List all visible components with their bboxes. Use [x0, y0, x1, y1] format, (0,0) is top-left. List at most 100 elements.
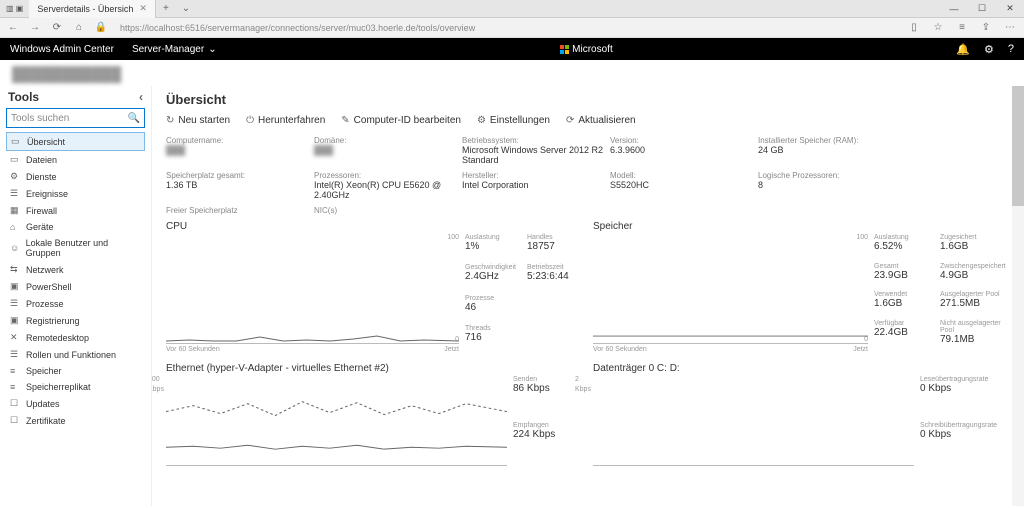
tab-chevron-icon[interactable]: ⌄: [176, 3, 196, 14]
browser-address-bar: ← → ⟳ ⌂ 🔒 https://localhost:6516/serverm…: [0, 18, 1024, 38]
info-field: Installierter Speicher (RAM):24 GB: [758, 136, 906, 165]
info-field: Freier Speicherplatz: [166, 206, 314, 215]
back-button[interactable]: ←: [6, 22, 20, 33]
stat: Senden86 Kbps: [513, 376, 583, 420]
action-icon: ⟳: [566, 115, 574, 126]
url-field[interactable]: https://localhost:6516/servermanager/con…: [116, 23, 898, 33]
help-icon[interactable]: ?: [1008, 43, 1014, 56]
bookmarks-icon[interactable]: ≡: [954, 22, 970, 33]
share-icon[interactable]: ⇪: [978, 22, 994, 33]
cpu-chart: 100 0: [166, 234, 459, 344]
forward-button[interactable]: →: [28, 22, 42, 33]
action-icon: ↻: [166, 115, 174, 126]
cpu-stats: Auslastung1%Handles18757Geschwindigkeit2…: [465, 234, 583, 353]
tools-sidebar: Tools ‹ Tools suchen 🔍 ▭Übersicht▭Dateie…: [0, 86, 152, 506]
sidebar-item-geräte[interactable]: ⌂Geräte: [6, 219, 145, 235]
tool-icon: ≡: [10, 366, 20, 376]
memory-stats: Auslastung6.52%Zugesichert1.6GBGesamt23.…: [874, 234, 1010, 353]
stat: Handles18757: [527, 234, 583, 262]
sidebar-item-ereignisse[interactable]: ☰Ereignisse: [6, 185, 145, 202]
action-aktualisieren[interactable]: ⟳Aktualisieren: [566, 115, 636, 126]
sidebar-item-speicher[interactable]: ≡Speicher: [6, 363, 145, 379]
sidebar-item-prozesse[interactable]: ☰Prozesse: [6, 295, 145, 312]
sidebar-item-remotedesktop[interactable]: ✕Remotedesktop: [6, 329, 145, 346]
action-computer-id-bearbeiten[interactable]: ✎Computer-ID bearbeiten: [341, 115, 461, 126]
sidebar-item-firewall[interactable]: ▦Firewall: [6, 202, 145, 219]
cpu-panel: CPU 100 0 Vor 60 SekundenJetzt Auslastun…: [166, 221, 583, 353]
stat: Zugesichert1.6GB: [940, 234, 1010, 261]
action-herunterfahren[interactable]: ⏻Herunterfahren: [246, 115, 325, 126]
sidebar-item-registrierung[interactable]: ▣Registrierung: [6, 312, 145, 329]
sidebar-item-übersicht[interactable]: ▭Übersicht: [6, 132, 145, 151]
stat: Threads716: [465, 325, 521, 353]
memory-chart: 100 0: [593, 234, 868, 344]
tool-icon: ▦: [10, 205, 20, 216]
info-field: Domäne:███: [314, 136, 462, 165]
sidebar-item-updates[interactable]: ☐Updates: [6, 395, 145, 412]
sidebar-item-speicherreplikat[interactable]: ≡Speicherreplikat: [6, 379, 145, 395]
collapse-sidebar-icon[interactable]: ‹: [139, 90, 143, 104]
server-name: ███████████: [0, 60, 1024, 86]
tab-title: Serverdetails - Übersich: [37, 4, 133, 14]
tool-icon: ⚙: [10, 171, 20, 182]
tool-icon: ≡: [10, 382, 20, 392]
memory-panel: Speicher 100 0 Vor 60 SekundenJetzt Ausl…: [593, 221, 1010, 353]
app-header: Windows Admin Center Server-Manager ⌄ Mi…: [0, 38, 1024, 60]
sidebar-item-powershell[interactable]: ▣PowerShell: [6, 278, 145, 295]
tool-icon: ▭: [11, 136, 21, 147]
sidebar-item-zertifikate[interactable]: ☐Zertifikate: [6, 412, 145, 429]
info-field: [462, 206, 610, 215]
tool-icon: ✕: [10, 332, 20, 343]
sidebar-item-dienste[interactable]: ⚙Dienste: [6, 168, 145, 185]
info-field: Prozessoren:Intel(R) Xeon(R) CPU E5620 @…: [314, 171, 462, 200]
info-field: Modell:S5520HC: [610, 171, 758, 200]
tools-search-input[interactable]: Tools suchen 🔍: [6, 108, 145, 128]
stat: Gesamt23.9GB: [874, 263, 934, 290]
settings-icon[interactable]: ⚙: [984, 43, 994, 56]
action-einstellungen[interactable]: ⚙Einstellungen: [477, 115, 550, 126]
reader-icon[interactable]: ▯: [906, 22, 922, 33]
scrollbar-thumb[interactable]: [1012, 86, 1024, 206]
refresh-button[interactable]: ⟳: [50, 22, 64, 33]
sidebar-item-netzwerk[interactable]: ⇆Netzwerk: [6, 261, 145, 278]
notifications-icon[interactable]: 🔔: [956, 43, 970, 56]
network-stats: Senden86 KbpsEmpfangen224 Kbps: [513, 376, 583, 466]
close-icon[interactable]: ✕: [139, 3, 147, 14]
tool-icon: ☰: [10, 349, 20, 360]
network-chart: [166, 376, 507, 466]
page-title: Übersicht: [166, 92, 1010, 107]
sidebar-item-rollen-und-funktionen[interactable]: ☰Rollen und Funktionen: [6, 346, 145, 363]
action-icon: ⏻: [246, 115, 254, 126]
new-tab-button[interactable]: +: [156, 3, 176, 14]
tool-icon: ▣: [10, 315, 20, 326]
close-window-button[interactable]: ✕: [996, 3, 1024, 14]
chevron-down-icon: ⌄: [208, 44, 216, 55]
stat: Geschwindigkeit2.4GHz: [465, 264, 521, 292]
info-field: Logische Prozessoren:8: [758, 171, 906, 200]
app-brand[interactable]: Windows Admin Center: [10, 44, 114, 55]
tool-icon: ☰: [10, 188, 20, 199]
info-field: [610, 206, 758, 215]
stat: Ausgelagerter Pool271.5MB: [940, 291, 1010, 318]
main-content: Übersicht ↻Neu starten ⏻Herunterfahren ✎Co…: [152, 86, 1024, 506]
network-panel: Ethernet (hyper-V-Adapter - virtuelles E…: [166, 363, 583, 466]
favorite-icon[interactable]: ☆: [930, 22, 946, 33]
scrollbar-rail[interactable]: [1012, 86, 1024, 506]
tools-header: Tools ‹: [6, 86, 145, 108]
maximize-button[interactable]: ☐: [968, 3, 996, 14]
home-button[interactable]: ⌂: [72, 22, 86, 33]
browser-tab[interactable]: Serverdetails - Übersich ✕: [29, 0, 156, 18]
sidebar-item-dateien[interactable]: ▭Dateien: [6, 151, 145, 168]
minimize-button[interactable]: —: [940, 4, 968, 14]
tool-icon: ☐: [10, 398, 20, 409]
tool-icon: ☺: [10, 243, 20, 253]
tool-icon: ☐: [10, 415, 20, 426]
stat: Schreibübertragungsrate0 Kbps: [920, 422, 1010, 466]
action-neu-starten[interactable]: ↻Neu starten: [166, 115, 230, 126]
stat: Auslastung1%: [465, 234, 521, 262]
stat: Verfügbar22.4GB: [874, 320, 934, 354]
info-field: Hersteller:Intel Corporation: [462, 171, 610, 200]
menu-icon[interactable]: ⋯: [1002, 22, 1018, 33]
sidebar-item-lokale-benutzer-und-gruppen[interactable]: ☺Lokale Benutzer und Gruppen: [6, 235, 145, 261]
context-switcher[interactable]: Server-Manager ⌄: [132, 44, 217, 55]
